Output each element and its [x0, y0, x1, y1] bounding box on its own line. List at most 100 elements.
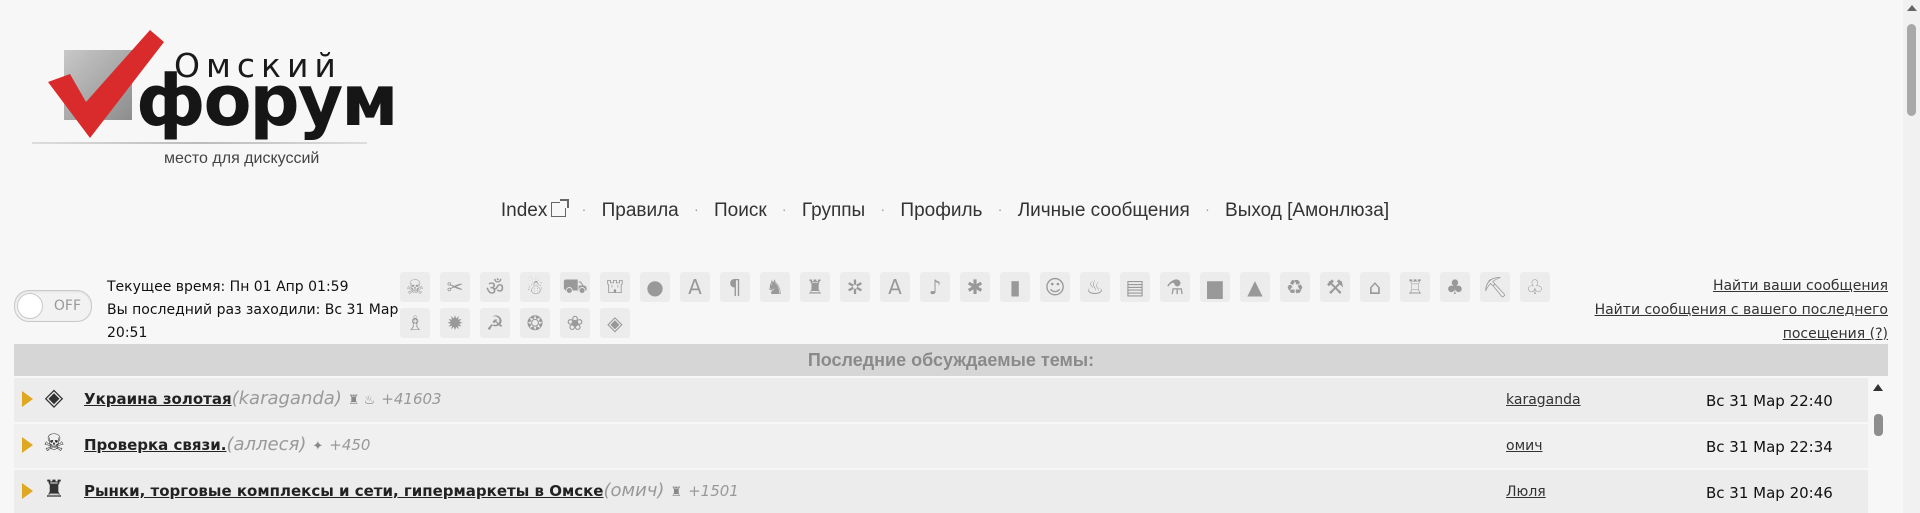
nav-index[interactable]: Index — [501, 199, 570, 221]
person-icon[interactable]: ✱ — [960, 272, 990, 302]
smiley-icon[interactable]: ☺ — [1040, 272, 1070, 302]
topic-starter: (аллеся) — [226, 434, 307, 455]
letter-a-icon[interactable]: A — [880, 272, 910, 302]
paper-icon[interactable]: ▤ — [1120, 272, 1150, 302]
nav-separator: · — [997, 201, 1003, 217]
ribbon-icon[interactable]: ♞ — [760, 272, 790, 302]
nav-profile[interactable]: Профиль — [900, 200, 982, 221]
find-your-posts-link[interactable]: Найти ваши сообщения — [1713, 278, 1888, 294]
page-scrollbar[interactable] — [1903, 0, 1920, 513]
topic-row: ☠ Проверка связи.(аллеся) ✦ +450 омич Вс 31 М… — [14, 424, 1868, 468]
letter-a-ornate-icon[interactable]: A — [680, 272, 710, 302]
topic-last-user: омич — [1506, 438, 1543, 454]
topic-title-link[interactable]: Рынки, торговые комплексы и сети, гиперм… — [84, 482, 603, 500]
forum-logo[interactable]: Омский форум место для дискуссий — [28, 30, 398, 180]
page-scroll-thumb[interactable] — [1907, 24, 1916, 116]
steam-icon[interactable]: ♨ — [1080, 272, 1110, 302]
recycle-icon[interactable]: ♻ — [1280, 272, 1310, 302]
topic-bullet-icon[interactable] — [22, 391, 33, 407]
clover-icon[interactable]: ♧ — [1520, 272, 1550, 302]
topic-last-user: karaganda — [1506, 392, 1581, 408]
find-since-last-visit-link[interactable]: Найти сообщения с вашего последнего посе… — [1595, 302, 1888, 342]
search-links: Найти ваши сообщения Найти сообщения с в… — [1588, 274, 1888, 346]
topic-bullet-icon[interactable] — [22, 483, 33, 499]
toggle-label: OFF — [53, 298, 81, 314]
main-nav: Index · Правила · Поиск · Группы · Профи… — [0, 199, 1890, 222]
scroll-up-arrow-icon[interactable] — [1873, 384, 1883, 391]
topic-title-link[interactable]: Проверка связи. — [84, 436, 226, 454]
skull-icon[interactable]: ☠ — [400, 272, 430, 302]
last-user-link[interactable]: Люля — [1506, 484, 1546, 500]
nav-groups[interactable]: Группы — [802, 200, 865, 221]
fire-icon[interactable]: ✹ — [440, 308, 470, 338]
list-scrollbar[interactable] — [1868, 378, 1888, 513]
topic-badge-icons: ✦ — [312, 439, 324, 454]
topic-date: Вс 31 Мар 22:40 — [1706, 392, 1833, 410]
section-header: Последние обсуждаемые темы: — [14, 344, 1888, 376]
flower-icon[interactable]: ❀ — [560, 308, 590, 338]
topic-row: ♜ Рынки, торговые комплексы и сети, гипер… — [14, 470, 1868, 513]
external-link-icon — [551, 199, 570, 217]
topic-starter: (karaganda) — [231, 388, 342, 409]
scroll-up-arrow-icon[interactable] — [1907, 5, 1917, 11]
chemistry-icon[interactable]: ⚗ — [1160, 272, 1190, 302]
topic-post-count: +450 — [329, 436, 371, 454]
landscape-icon[interactable]: ▲ — [1240, 272, 1270, 302]
mushroom-icon[interactable]: ⛫ — [600, 272, 630, 302]
list-scroll-thumb[interactable] — [1874, 414, 1883, 436]
topic-bullet-icon[interactable] — [22, 437, 33, 453]
tower-icon[interactable]: ♗ — [400, 308, 430, 338]
smiley-icons-grid: ☠ ✂ ॐ ☃ ⛟ ⛫ ● A ¶ ♞ ♜ ✲ A ♪ ✱ ▮ ☺ ♨ ▤ ⚗ ▆ ▲ ♻ ⚒ ⌂ ♖ ♣ ⛏ ♧ ♗ ✹ ☭ ❂ ❀ ◈ — [400, 272, 1550, 340]
castle-icon[interactable]: ♜ — [800, 272, 830, 302]
last-user-link[interactable]: karaganda — [1506, 392, 1581, 408]
hammer-icon[interactable]: ⚒ — [1320, 272, 1350, 302]
current-time: Текущее время: Пн 01 Апр 01:59 — [107, 279, 349, 295]
cube-icon[interactable]: ◈ — [600, 308, 630, 338]
off-toggle[interactable]: OFF — [14, 290, 92, 322]
topic-date: Вс 31 Мар 22:34 — [1706, 438, 1833, 456]
pickaxe-icon[interactable]: ⛏ — [1480, 272, 1510, 302]
imp-icon[interactable]: ☃ — [520, 272, 550, 302]
factory-icon[interactable]: ♖ — [1400, 272, 1430, 302]
house-icon[interactable]: ⌂ — [1360, 272, 1390, 302]
nav-separator: · — [694, 201, 699, 217]
bag-icon[interactable]: ▆ — [1200, 272, 1230, 302]
time-info: Текущее время: Пн 01 Апр 01:59 Вы послед… — [107, 276, 407, 345]
nav-rules[interactable]: Правила — [602, 200, 679, 221]
topic-badge-icons: ♜ ♨ — [347, 393, 376, 408]
topic-badge-icons: ♜ — [670, 485, 683, 500]
nav-separator: · — [581, 201, 587, 217]
nav-logout[interactable]: Выход [Амонлюза] — [1225, 200, 1389, 221]
can-icon[interactable]: ▮ — [1000, 272, 1030, 302]
nav-separator: · — [781, 201, 787, 217]
logo-divider — [32, 142, 367, 144]
acorn-icon[interactable]: ♣ — [1440, 272, 1470, 302]
bomb-icon[interactable]: ● — [640, 272, 670, 302]
hammer-sickle-icon[interactable]: ☭ — [480, 308, 510, 338]
car-icon[interactable]: ⛟ — [560, 272, 590, 302]
topic-row: ◈ Украина золотая(karaganda) ♜ ♨ +41603 kara… — [14, 378, 1868, 422]
topic-last-user: Люля — [1506, 484, 1546, 500]
skull-icon: ☠ — [43, 429, 65, 457]
nav-search[interactable]: Поиск — [714, 200, 767, 221]
topic-title-link[interactable]: Украина золотая — [84, 390, 232, 408]
music-note-icon[interactable]: ♪ — [920, 272, 950, 302]
nav-separator: · — [880, 201, 886, 217]
topic-title-block: Рынки, торговые комплексы и сети, гиперм… — [84, 480, 739, 501]
topic-title-block: Украина золотая(karaganda) ♜ ♨ +41603 — [84, 388, 442, 409]
scissors-icon[interactable]: ✂ — [440, 272, 470, 302]
pilcrow-icon[interactable]: ¶ — [720, 272, 750, 302]
nav-messages[interactable]: Личные сообщения — [1018, 200, 1190, 221]
topic-title-block: Проверка связи.(аллеся) ✦ +450 — [84, 434, 370, 455]
om-icon[interactable]: ॐ — [480, 272, 510, 302]
logo-tagline: место для дискуссий — [164, 150, 320, 167]
last-user-link[interactable]: омич — [1506, 438, 1543, 454]
toggle-knob — [17, 293, 43, 319]
cube-icon: ◈ — [44, 383, 64, 411]
pinwheel-icon[interactable]: ✲ — [840, 272, 870, 302]
ear-icon[interactable]: ❂ — [520, 308, 550, 338]
logo-forum-text: форум — [136, 60, 398, 142]
topic-list: ◈ Украина золотая(karaganda) ♜ ♨ +41603 kara… — [14, 378, 1868, 513]
topic-post-count: +41603 — [381, 390, 442, 408]
topic-date: Вс 31 Мар 20:46 — [1706, 484, 1833, 502]
